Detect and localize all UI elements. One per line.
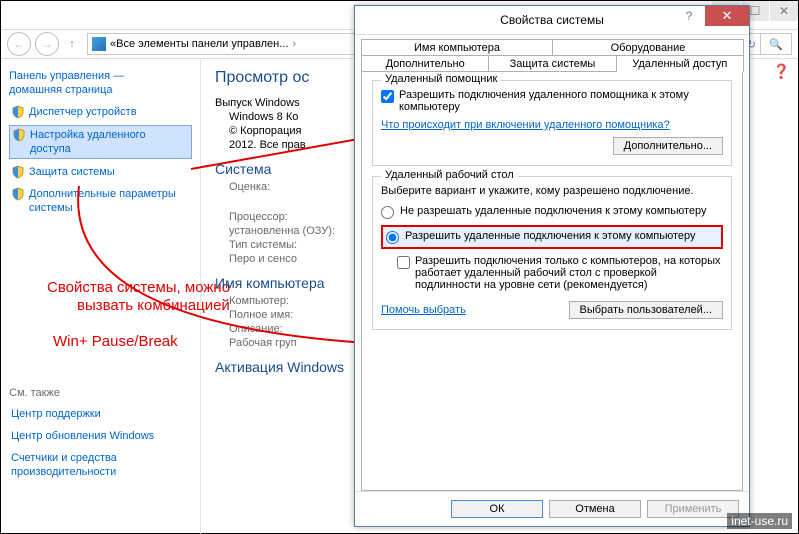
link-label: Центр поддержки (11, 407, 101, 421)
cancel-button[interactable]: Отмена (549, 500, 641, 518)
watermark: inet-use.ru (727, 513, 792, 529)
sidebar-item-label: Настройка удаленного доступа (30, 128, 189, 156)
system-properties-dialog: Свойства системы ? ✕ Имя компьютера Обор… (354, 5, 750, 527)
seealso-action-center[interactable]: Центр поддержки (9, 405, 192, 423)
checkbox-input[interactable] (381, 90, 394, 103)
search-button[interactable]: 🔍 (761, 33, 792, 55)
nav-back-button[interactable]: ← (7, 32, 31, 56)
tab-remote[interactable]: Удаленный доступ (616, 55, 744, 72)
tab-panel-remote: Удаленный помощник Разрешить подключения… (361, 71, 743, 491)
remote-assist-help-link[interactable]: Что происходит при включении удаленного … (381, 119, 723, 131)
checkbox-input[interactable] (397, 256, 410, 269)
dialog-titlebar: Свойства системы ? ✕ (355, 6, 749, 35)
link-label: Счетчики и средства производительности (11, 451, 190, 479)
ok-button[interactable]: ОК (451, 500, 543, 518)
shield-icon (11, 105, 25, 119)
remote-assist-advanced-button[interactable]: Дополнительно... (613, 137, 723, 155)
sidebar-advanced-settings[interactable]: Дополнительные параметры системы (9, 185, 192, 217)
sidebar-system-protection[interactable]: Защита системы (9, 163, 192, 181)
control-panel-home-link[interactable]: Панель управления —домашняя страница (9, 69, 192, 97)
dialog-tabs: Имя компьютера Оборудование Дополнительн… (355, 35, 749, 71)
radio-input[interactable] (381, 206, 394, 219)
group-title: Удаленный помощник (381, 73, 501, 85)
control-panel-icon (92, 37, 106, 51)
rdp-allow-radio[interactable]: Разрешить удаленные подключения к этому … (381, 225, 723, 249)
rdp-deny-radio[interactable]: Не разрешать удаленные подключения к это… (381, 205, 723, 219)
sidebar-item-label: Защита системы (29, 165, 115, 179)
allow-remote-assist-checkbox[interactable]: Разрешить подключения удаленного помощни… (381, 89, 723, 113)
checkbox-label: Разрешить подключения только с компьютер… (415, 255, 723, 291)
breadcrumb[interactable]: Все элементы панели управлен... (116, 38, 288, 50)
nav-up-button[interactable]: ↑ (63, 35, 81, 53)
see-also-heading: См. также (9, 387, 192, 399)
group-title: Удаленный рабочий стол (381, 169, 518, 181)
remote-assistant-group: Удаленный помощник Разрешить подключения… (372, 80, 732, 166)
sidebar-item-label: Диспетчер устройств (29, 105, 137, 119)
sidebar-remote-settings[interactable]: Настройка удаленного доступа (9, 125, 192, 159)
nav-forward-button[interactable]: → (35, 32, 59, 56)
apply-button[interactable]: Применить (647, 500, 739, 518)
rdp-help-choose-link[interactable]: Помочь выбрать (381, 304, 466, 316)
radio-label: Разрешить удаленные подключения к этому … (405, 230, 696, 242)
rdp-nla-checkbox[interactable]: Разрешить подключения только с компьютер… (397, 255, 723, 291)
dialog-help-button[interactable]: ? (675, 6, 703, 26)
radio-label: Не разрешать удаленные подключения к это… (400, 205, 707, 217)
remote-desktop-group: Удаленный рабочий стол Выберите вариант … (372, 176, 732, 330)
tab-advanced[interactable]: Дополнительно (361, 55, 489, 72)
radio-input[interactable] (386, 231, 399, 244)
sidebar-device-manager[interactable]: Диспетчер устройств (9, 103, 192, 121)
shield-icon (11, 165, 25, 179)
sidebar-item-label: Дополнительные параметры системы (29, 187, 190, 215)
dialog-buttons: ОК Отмена Применить (355, 491, 749, 526)
seealso-windows-update[interactable]: Центр обновления Windows (9, 427, 192, 445)
window-close-button[interactable]: ✕ (770, 1, 798, 21)
dialog-title: Свойства системы (500, 13, 604, 27)
dialog-close-button[interactable]: ✕ (705, 6, 749, 26)
chevron-right-icon[interactable]: › (292, 38, 296, 50)
tab-computer-name[interactable]: Имя компьютера (361, 39, 553, 56)
checkbox-label: Разрешить подключения удаленного помощни… (399, 89, 723, 113)
sidebar: Панель управления —домашняя страница Дис… (1, 59, 201, 534)
tab-protection[interactable]: Защита системы (488, 55, 616, 72)
shield-icon (12, 128, 26, 142)
select-users-button[interactable]: Выбрать пользователей... (569, 301, 724, 319)
tab-hardware[interactable]: Оборудование (552, 39, 744, 56)
seealso-perf-tools[interactable]: Счетчики и средства производительности (9, 449, 192, 481)
shield-icon (11, 187, 25, 201)
rdp-hint: Выберите вариант и укажите, кому разреше… (381, 185, 723, 197)
link-label: Центр обновления Windows (11, 429, 154, 443)
